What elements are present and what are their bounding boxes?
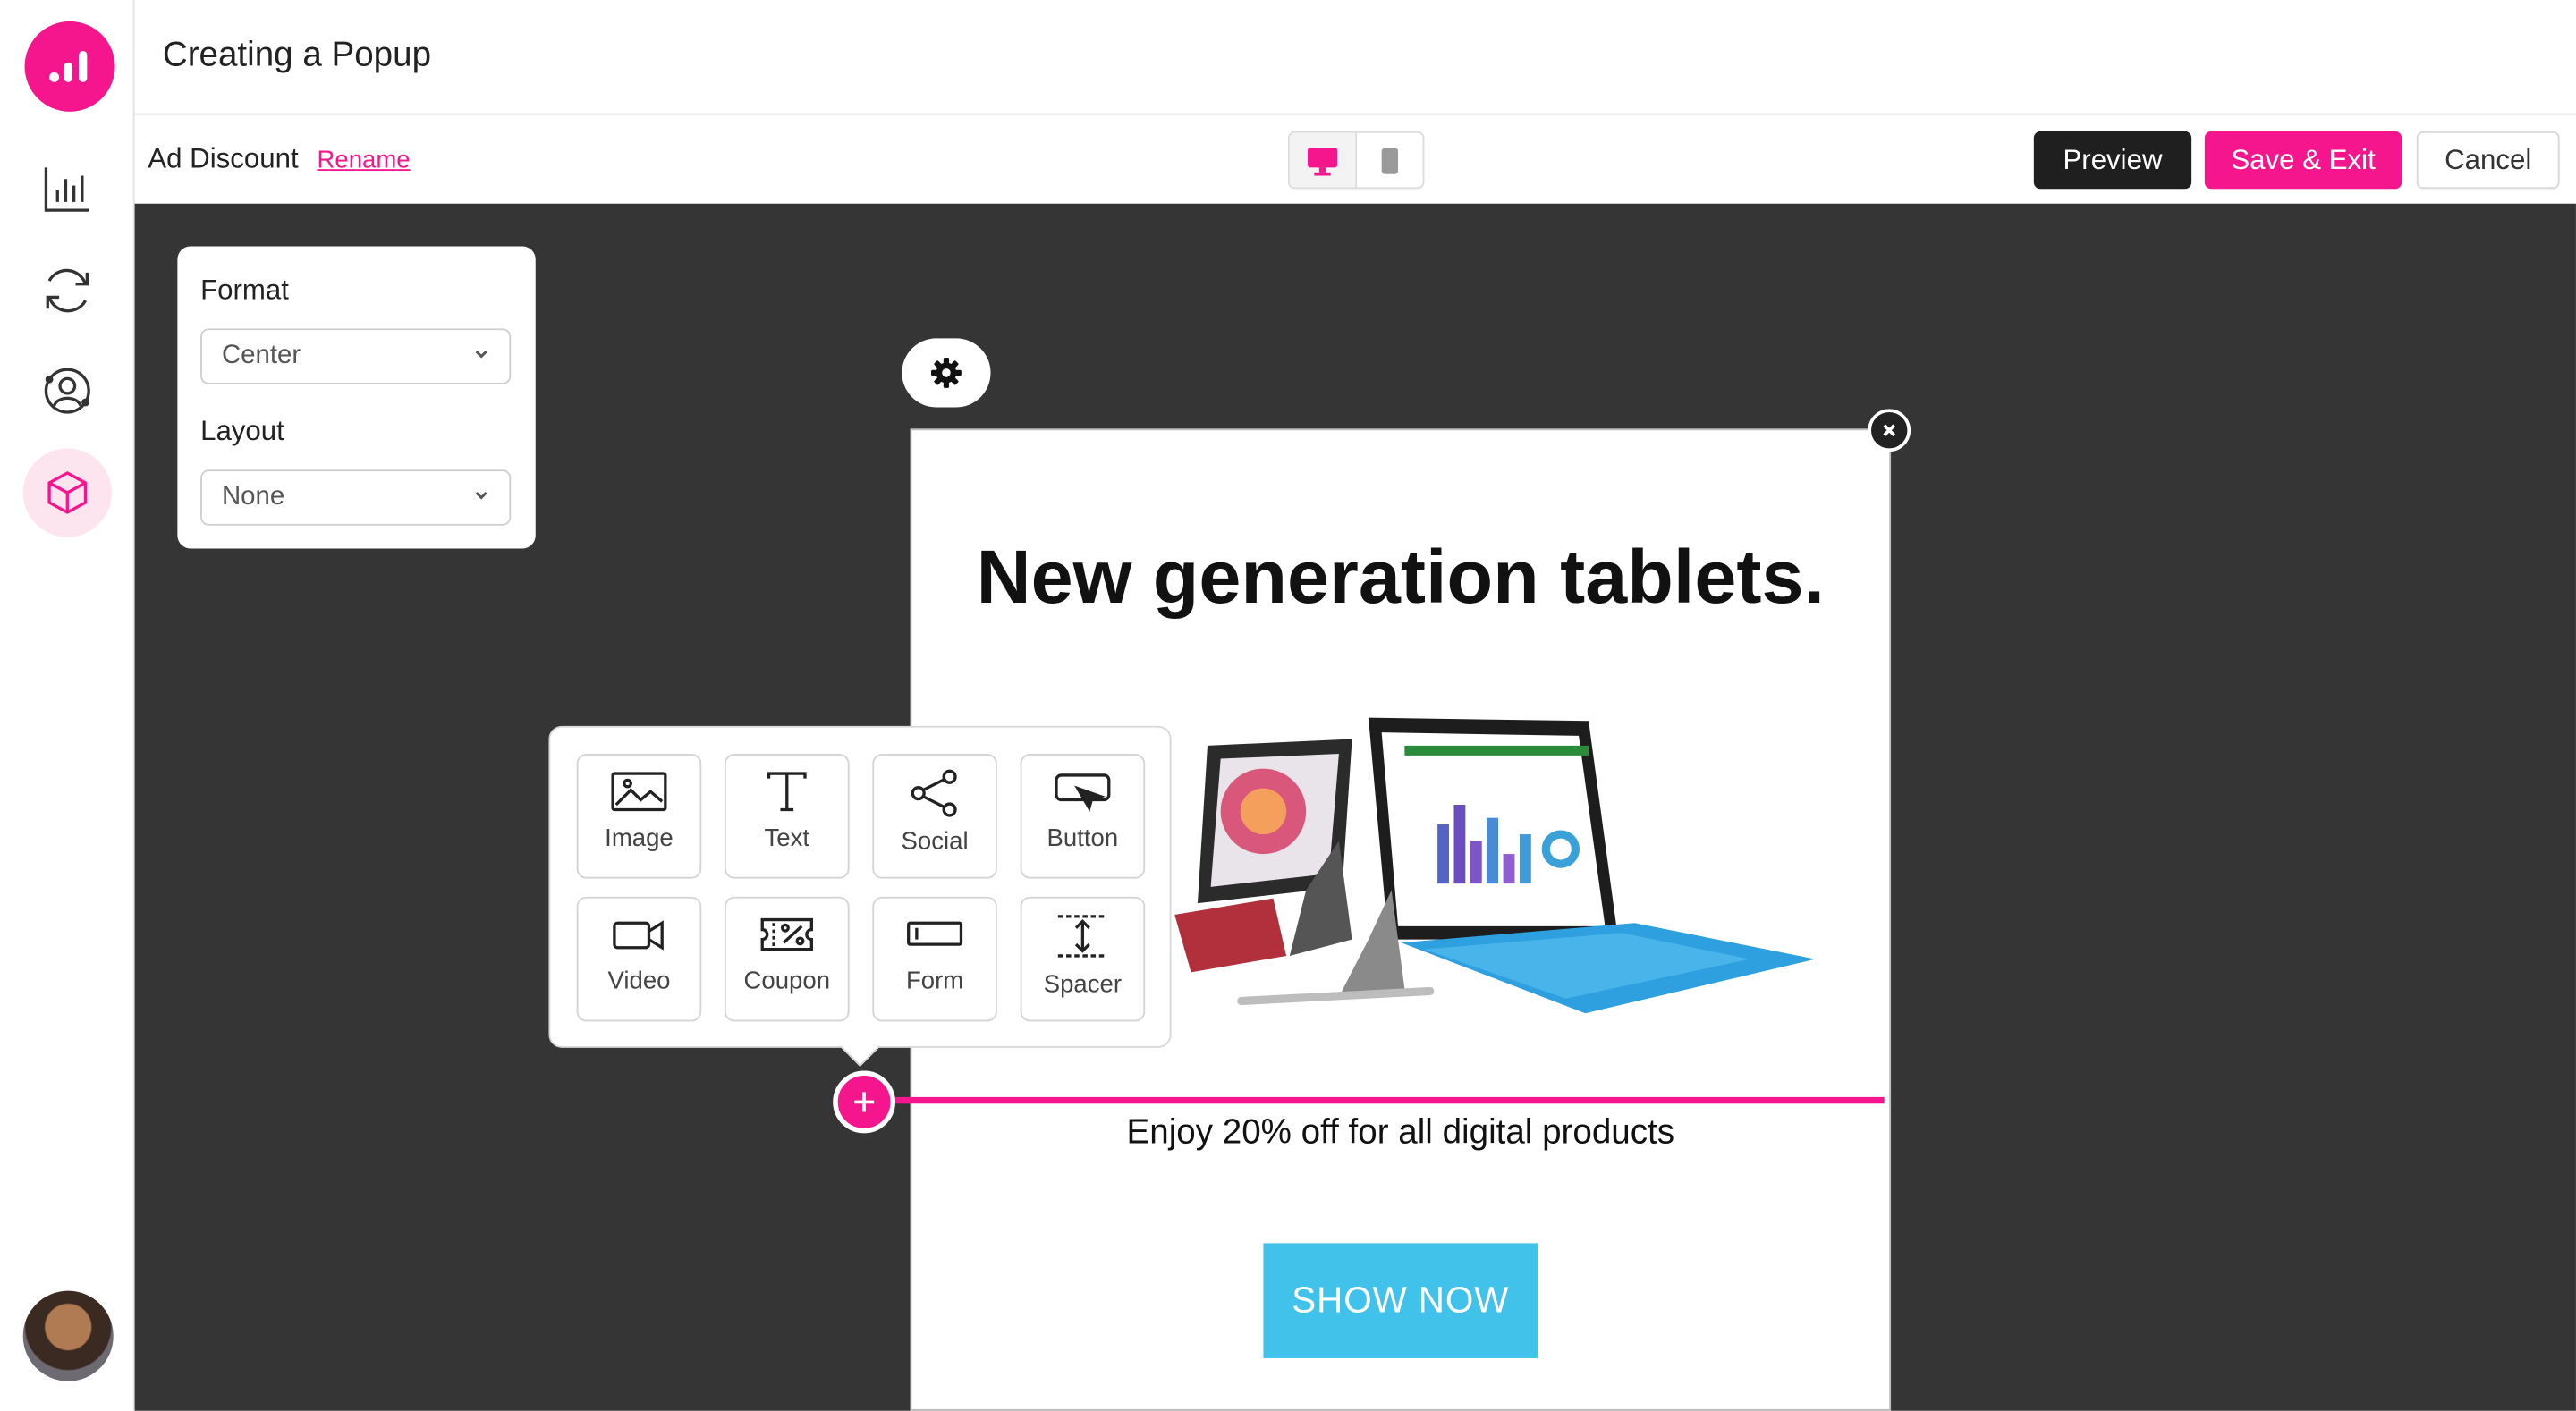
popup-heading[interactable]: New generation tablets. — [911, 532, 1889, 621]
form-icon — [907, 921, 963, 946]
format-panel: Format Center Layout None — [177, 246, 536, 549]
save-exit-button[interactable]: Save & Exit — [2204, 131, 2402, 190]
analytics-icon[interactable] — [23, 145, 112, 233]
audience-icon[interactable] — [23, 347, 112, 435]
cancel-button[interactable]: Cancel — [2416, 131, 2560, 190]
palette-item-social[interactable]: Social — [872, 754, 997, 879]
palette-item-label: Text — [764, 824, 810, 853]
palette-item-label: Video — [607, 967, 671, 996]
palette-item-label: Image — [605, 824, 674, 853]
sync-icon[interactable] — [23, 247, 112, 335]
app-logo[interactable] — [24, 21, 115, 112]
popup-settings-button[interactable] — [902, 338, 991, 408]
close-icon — [1883, 424, 1896, 437]
gear-icon — [931, 358, 962, 388]
format-select[interactable]: Center — [200, 328, 512, 384]
palette-item-coupon[interactable]: Coupon — [724, 896, 850, 1022]
share-icon — [911, 769, 957, 817]
layout-select[interactable]: None — [200, 469, 512, 526]
palette-item-spacer[interactable]: Spacer — [1020, 896, 1146, 1022]
palette-item-video[interactable]: Video — [576, 896, 702, 1022]
tablets-image[interactable] — [1158, 709, 1848, 1021]
palette-item-label: Spacer — [1043, 970, 1123, 999]
device-toggle — [1287, 131, 1425, 190]
add-element-button[interactable] — [833, 1070, 896, 1134]
button-icon — [1055, 773, 1111, 812]
editor-toolbar: Ad Discount Rename Preview Save & Exit C… — [134, 116, 2576, 204]
palette-item-image[interactable]: Image — [576, 754, 702, 879]
layout-label: Layout — [200, 415, 284, 447]
palette-item-form[interactable]: Form — [872, 896, 997, 1022]
palette-item-button[interactable]: Button — [1020, 754, 1146, 879]
chevron-down-icon — [475, 491, 487, 500]
sidebar — [0, 0, 135, 1411]
image-icon — [611, 772, 667, 812]
preview-button[interactable]: Preview — [2033, 131, 2192, 190]
plus-icon — [854, 1092, 875, 1112]
spacer-icon — [1057, 915, 1107, 958]
user-avatar[interactable] — [22, 1290, 114, 1381]
insert-position-line — [886, 1096, 1885, 1104]
coupon-icon — [760, 917, 813, 951]
palette-item-label: Button — [1046, 824, 1119, 853]
rename-link[interactable]: Rename — [317, 146, 410, 173]
layout-select-value: None — [221, 482, 285, 511]
header: Creating a Popup — [134, 0, 2576, 115]
campaigns-box-icon[interactable] — [22, 448, 112, 537]
palette-item-text[interactable]: Text — [724, 754, 850, 879]
palette-item-label: Coupon — [743, 967, 831, 996]
video-icon — [613, 920, 664, 951]
chevron-down-icon — [475, 351, 487, 359]
close-popup-button[interactable] — [1868, 409, 1911, 452]
element-palette: Image Text Social Button Video Coupon Fo… — [548, 725, 1172, 1048]
text-icon — [767, 772, 807, 812]
ad-name: Ad Discount — [148, 142, 299, 174]
desktop-icon — [1308, 147, 1338, 175]
desktop-view-button[interactable] — [1289, 132, 1356, 188]
format-label: Format — [200, 274, 289, 306]
mobile-view-button[interactable] — [1355, 132, 1422, 188]
popup-cta-button[interactable]: SHOW NOW — [1263, 1243, 1538, 1358]
palette-item-label: Social — [901, 827, 969, 856]
format-select-value: Center — [221, 342, 301, 370]
page-title: Creating a Popup — [162, 36, 432, 74]
palette-item-label: Form — [905, 967, 964, 996]
mobile-icon — [1381, 147, 1399, 173]
popup-subtext[interactable]: Enjoy 20% off for all digital products — [911, 1113, 1889, 1153]
